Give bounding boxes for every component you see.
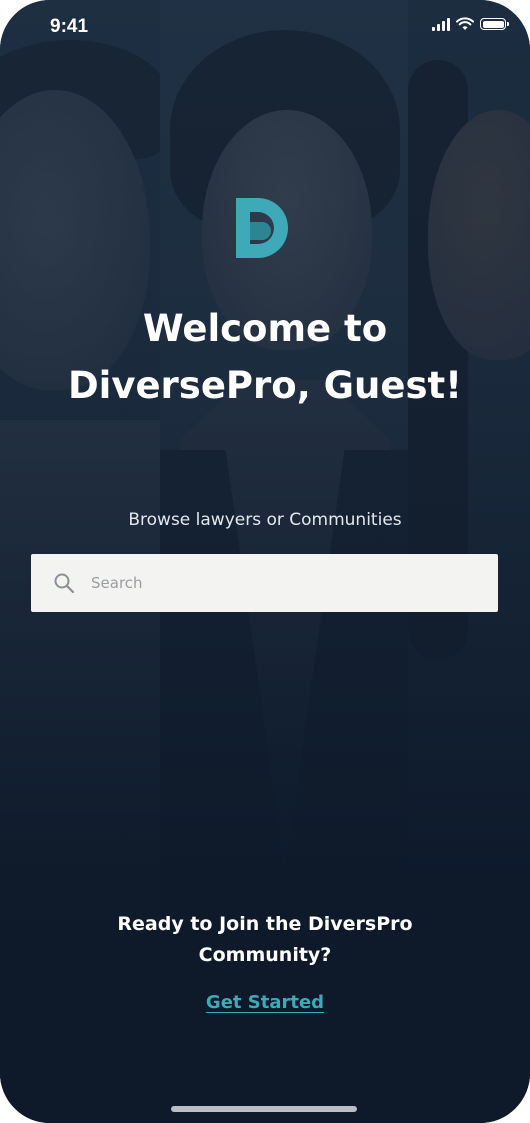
join-prompt: Ready to Join the DiversPro Community?	[0, 909, 530, 971]
status-time: 9:41	[50, 16, 89, 37]
join-prompt-line2: Community?	[198, 944, 332, 966]
dp-logo-icon	[236, 198, 288, 258]
status-bar: 9:41	[0, 0, 530, 56]
get-started-link[interactable]: Get Started	[0, 992, 530, 1013]
status-icons	[432, 17, 509, 31]
battery-icon	[480, 18, 509, 30]
search-icon	[54, 573, 75, 594]
signal-icon	[432, 17, 450, 31]
join-prompt-line1: Ready to Join the DiversPro	[117, 913, 413, 935]
app-screen: 9:41 Welcome to DiversePro, Guest! Brows…	[0, 0, 530, 1123]
welcome-title-line1: Welcome to	[142, 307, 388, 350]
welcome-title: Welcome to DiversePro, Guest!	[0, 300, 530, 414]
browse-label: Browse lawyers or Communities	[128, 510, 402, 530]
wifi-icon	[456, 17, 474, 30]
welcome-title-line2: DiversePro, Guest!	[67, 364, 463, 407]
home-indicator[interactable]	[171, 1106, 357, 1112]
search-input[interactable]	[89, 573, 473, 593]
search-bar[interactable]	[31, 554, 498, 612]
